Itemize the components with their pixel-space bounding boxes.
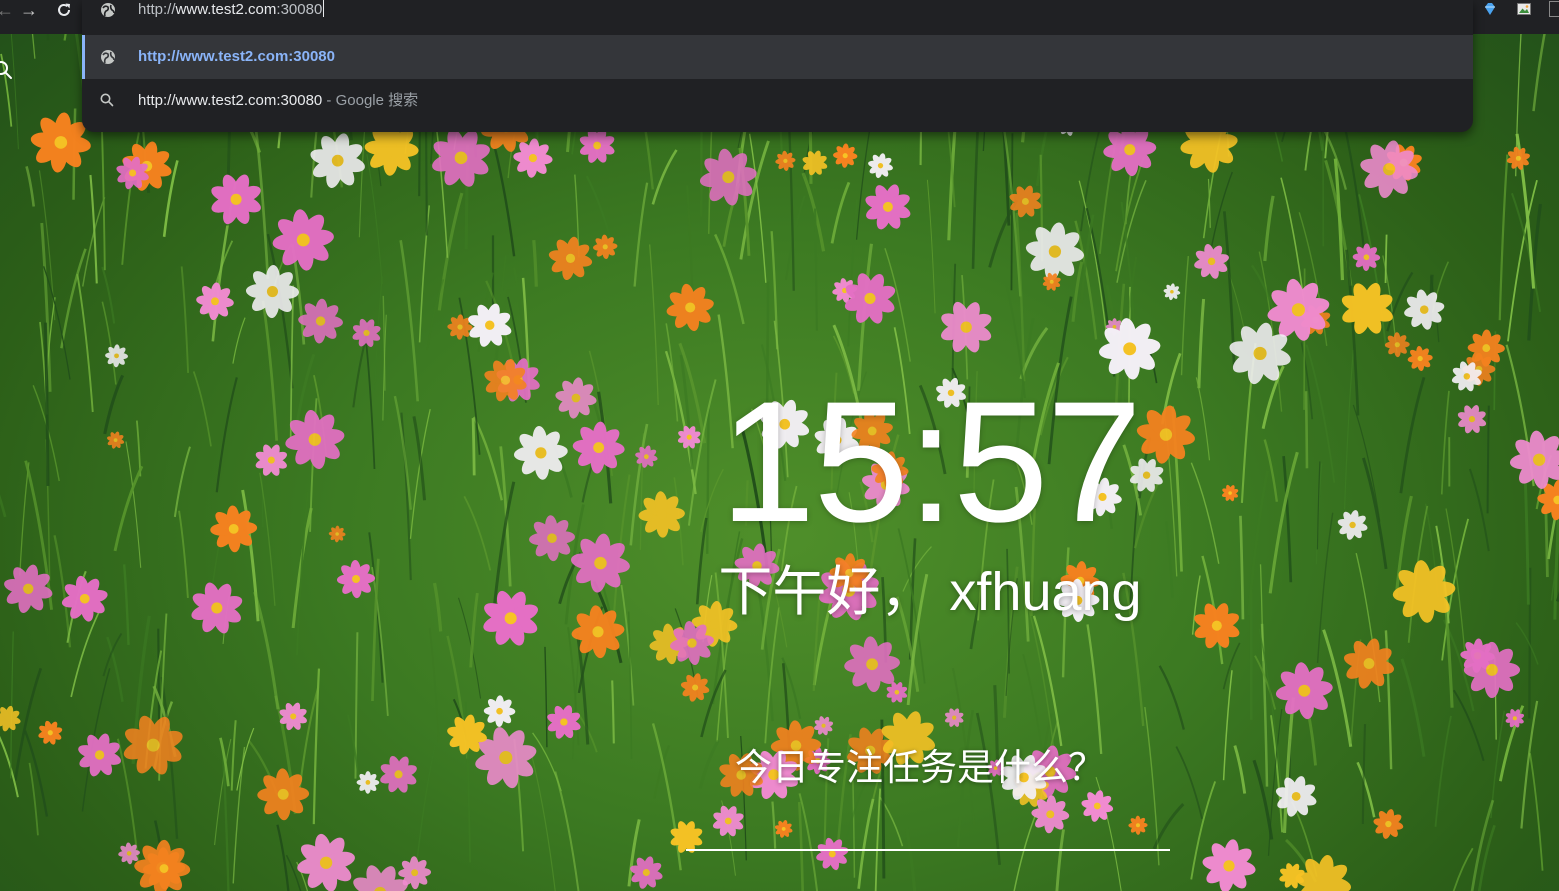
suggestion-url-text: http://www.test2.com:30080 [138,48,335,65]
extensions-overflow-icon[interactable] [1549,1,1559,17]
back-arrow-icon: ← [0,0,14,20]
suggestion-separator: - [322,92,336,109]
reload-button[interactable] [49,0,79,22]
reload-icon [58,3,70,16]
suggestion-url[interactable]: http://www.test2.com:30080 [82,35,1473,79]
search-icon[interactable] [0,60,14,80]
greeting[interactable]: 下午好， xfhuang [580,560,1280,624]
clock[interactable]: 15:57 [600,372,1260,552]
gem-extension-icon[interactable] [1483,2,1497,16]
text-caret [323,0,325,17]
search-icon [100,93,114,107]
url-host: www.test2.com [175,1,277,18]
globe-icon [101,3,115,17]
forward-button[interactable]: → [14,0,44,22]
globe-icon [101,50,115,64]
omnibox-dropdown: http://www.test2.com:30080 http://www.te… [82,0,1473,132]
suggestion-engine: Google 搜索 [335,92,419,109]
url-port: :30080 [276,1,323,18]
forward-arrow-icon: → [20,0,38,20]
focus-input[interactable] [686,830,1170,851]
suggestion-search[interactable]: http://www.test2.com:30080 - Google 搜索 [82,79,1473,123]
address-input[interactable]: http://www.test2.com:30080 [138,0,325,22]
new-tab-page: ← → http://www.test2.com:30080 http://ww… [0,0,1559,891]
focus-prompt: 今日专注任务是什么？ [735,747,1105,788]
suggestion-query: http://www.test2.com:30080 [138,92,323,109]
url-scheme: http:// [138,1,176,18]
address-bar[interactable]: http://www.test2.com:30080 [82,0,1473,30]
image-extension-icon[interactable] [1517,2,1531,16]
suggestion-search-text: http://www.test2.com:30080 - Google 搜索 [138,91,418,111]
